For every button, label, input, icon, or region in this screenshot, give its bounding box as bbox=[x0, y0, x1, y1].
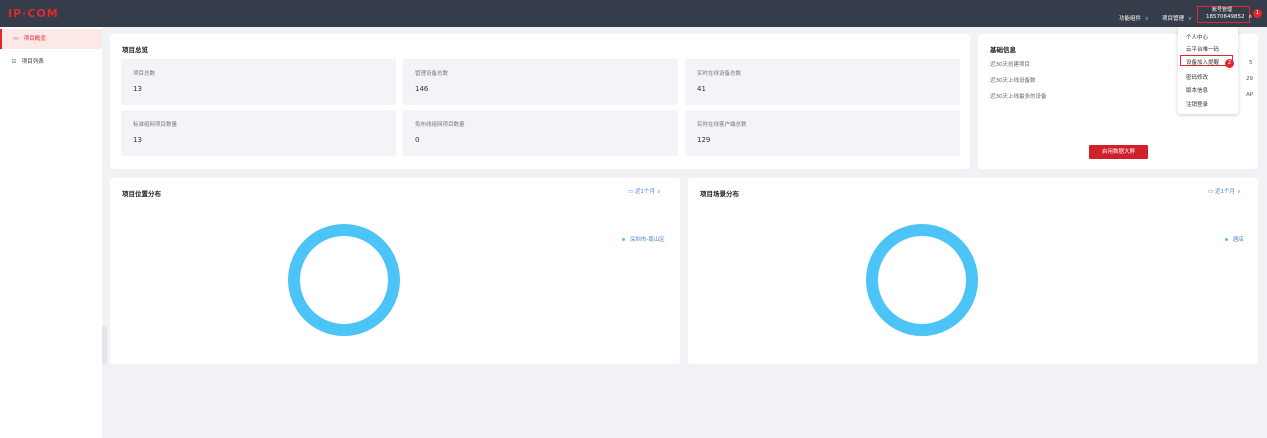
stat-value: 146 bbox=[415, 85, 429, 93]
stat-value: 41 bbox=[697, 85, 706, 93]
location-title: 项目位置分布 bbox=[122, 190, 161, 198]
stat-label: 免布线组网项目数量 bbox=[415, 122, 465, 128]
legend-label: 酒店 bbox=[1232, 237, 1244, 243]
monitor-icon: ▭ bbox=[13, 36, 19, 42]
info-label: 近30天上线设备数 bbox=[990, 78, 1036, 84]
stat-wireless-projects: 免布线组网项目数量 0 bbox=[403, 110, 678, 156]
overview-card: 项目总览 项目总数 13 管理设备总数 146 实时在线设备总数 41 标准组网… bbox=[110, 34, 970, 169]
nav-project-management[interactable]: 项目管理 ∨ bbox=[1162, 14, 1192, 22]
info-label: 近30天上线最多的设备 bbox=[990, 94, 1047, 100]
nav-project-label: 项目管理 bbox=[1162, 16, 1185, 22]
menu-item-device-join-reminder[interactable]: 设备加入提醒 bbox=[1186, 58, 1219, 66]
menu-item-version-info[interactable]: 版本信息 bbox=[1186, 86, 1208, 94]
info-value: 29 bbox=[1246, 76, 1253, 82]
top-bar: IP·COM 功能组件 ∨ 项目管理 ∨ 账号管理 18570649852 ∧ … bbox=[0, 0, 1267, 27]
location-card: 项目位置分布 ▭ 近1个月 ∨ 深圳市-南山区 bbox=[110, 178, 680, 364]
account-phone[interactable]: 18570649852 ∧ bbox=[1206, 14, 1252, 20]
account-dropdown: 个人中心 云平台唯一码 设备加入提醒 密码修改 版本信息 注销登录 bbox=[1178, 27, 1238, 114]
enable-dashboard-button[interactable]: 启用数据大屏 bbox=[1089, 145, 1148, 159]
scene-donut-chart bbox=[866, 224, 978, 336]
calendar-icon: ▭ bbox=[628, 189, 634, 195]
period-label: 近1个月 bbox=[1214, 189, 1235, 195]
stat-label: 管理设备总数 bbox=[415, 71, 449, 77]
location-donut-chart bbox=[288, 224, 400, 336]
stat-online-devices: 实时在线设备总数 41 bbox=[685, 59, 960, 105]
legend-label: 深圳市-南山区 bbox=[629, 237, 665, 243]
nav-widgets[interactable]: 功能组件 ∨ bbox=[1119, 14, 1149, 22]
menu-item-profile[interactable]: 个人中心 bbox=[1186, 33, 1208, 41]
step-badge-1: 1 bbox=[1253, 9, 1262, 18]
stat-value: 13 bbox=[133, 136, 142, 144]
donut-slice bbox=[288, 224, 400, 336]
stat-label: 标准组网项目数量 bbox=[133, 122, 178, 128]
stat-value: 129 bbox=[697, 136, 711, 144]
sidebar-item-project-list[interactable]: ☷ 项目列表 bbox=[0, 52, 102, 72]
nav-widgets-label: 功能组件 bbox=[1119, 16, 1142, 22]
legend-dot bbox=[622, 238, 625, 241]
chevron-down-icon: ∨ bbox=[656, 189, 661, 195]
chevron-up-icon: ∧ bbox=[1248, 14, 1253, 20]
ipcom-logo[interactable]: IP·COM bbox=[8, 7, 59, 20]
legend-dot bbox=[1225, 238, 1228, 241]
chevron-down-icon: ∨ bbox=[1144, 16, 1149, 22]
scene-legend-item[interactable]: 酒店 bbox=[1225, 235, 1244, 243]
info-value: 5 bbox=[1249, 60, 1253, 66]
stat-label: 实时在线客户端总数 bbox=[697, 122, 747, 128]
chevron-down-icon: ∨ bbox=[1236, 189, 1241, 195]
sidebar-item-label: 项目列表 bbox=[21, 59, 44, 65]
menu-item-change-password[interactable]: 密码修改 bbox=[1186, 73, 1208, 81]
sidebar-item-overview[interactable]: ▭ 项目概览 bbox=[0, 29, 102, 49]
scene-period-select[interactable]: ▭ 近1个月 ∨ bbox=[1208, 187, 1241, 195]
account-title: 账号管理 bbox=[1212, 7, 1233, 13]
chevron-down-icon: ∨ bbox=[1187, 16, 1192, 22]
stat-standard-projects: 标准组网项目数量 13 bbox=[121, 110, 396, 156]
calendar-icon: ▭ bbox=[1208, 189, 1214, 195]
donut-slice bbox=[866, 224, 978, 336]
menu-item-cloud-code[interactable]: 云平台唯一码 bbox=[1186, 45, 1219, 53]
period-label: 近1个月 bbox=[634, 189, 655, 195]
scene-card: 项目场景分布 ▭ 近1个月 ∨ 酒店 bbox=[688, 178, 1258, 364]
menu-item-logout[interactable]: 注销登录 bbox=[1186, 100, 1208, 108]
sidebar-collapse-handle[interactable] bbox=[102, 326, 107, 364]
stat-online-clients: 实时在线客户端总数 129 bbox=[685, 110, 960, 156]
sidebar: ▭ 项目概览 ☷ 项目列表 bbox=[0, 27, 102, 438]
overview-title: 项目总览 bbox=[122, 46, 148, 54]
info-label: 近30天创建项目 bbox=[990, 62, 1030, 68]
stat-value: 13 bbox=[133, 85, 142, 93]
stat-project-total: 项目总数 13 bbox=[121, 59, 396, 105]
account-phone-text: 18570649852 bbox=[1206, 14, 1245, 20]
scene-title: 项目场景分布 bbox=[700, 190, 739, 198]
stat-value: 0 bbox=[415, 136, 420, 144]
stat-label: 实时在线设备总数 bbox=[697, 71, 742, 77]
location-period-select[interactable]: ▭ 近1个月 ∨ bbox=[628, 187, 661, 195]
location-legend-item[interactable]: 深圳市-南山区 bbox=[622, 235, 665, 243]
sidebar-item-label: 项目概览 bbox=[23, 36, 46, 42]
basic-info-title: 基础信息 bbox=[990, 46, 1016, 54]
list-icon: ☷ bbox=[11, 59, 17, 65]
stat-label: 项目总数 bbox=[133, 71, 156, 77]
step-badge-2: 2 bbox=[1225, 59, 1234, 68]
info-value: AP bbox=[1246, 92, 1254, 98]
stat-managed-devices: 管理设备总数 146 bbox=[403, 59, 678, 105]
